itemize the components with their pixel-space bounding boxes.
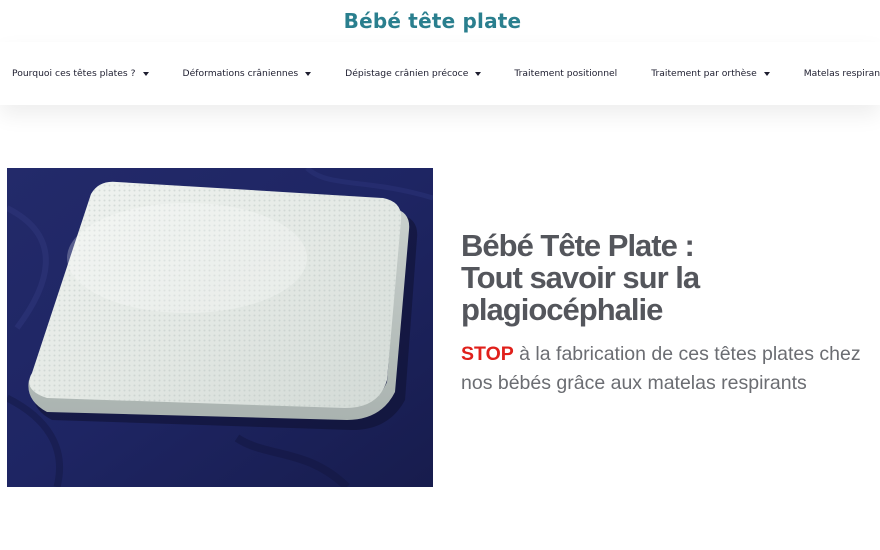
nav-item-traitement-orthese[interactable]: Traitement par orthèse <box>651 68 770 79</box>
nav-item-label: Matelas respirants <box>803 68 880 79</box>
hero-mattress-image <box>7 168 433 487</box>
nav-item-label: Pourquoi ces têtes plates ? <box>12 68 136 79</box>
nav-item-depistage[interactable]: Dépistage crânien précoce <box>345 68 482 79</box>
hero-text: Bébé Tête Plate : Tout savoir sur la pla… <box>461 230 871 398</box>
hero-heading-line: Bébé Tête Plate : <box>461 228 695 263</box>
caret-down-icon <box>305 71 312 76</box>
nav-item-label: Traitement positionnel <box>514 68 618 79</box>
nav-item-label: Traitement par orthèse <box>651 68 757 79</box>
caret-down-icon <box>475 71 482 76</box>
stop-highlight: STOP <box>461 343 514 365</box>
nav-item-label: Déformations crâniennes <box>182 68 299 79</box>
hero-heading-line: plagiocéphalie <box>461 292 663 327</box>
caret-down-icon <box>763 71 770 76</box>
site-title-link[interactable]: Bébé tête plate <box>344 9 537 33</box>
nav-item-matelas[interactable]: Matelas respirants <box>804 68 880 79</box>
nav-item-pourquoi[interactable]: Pourquoi ces têtes plates ? <box>12 68 149 79</box>
hero-heading: Bébé Tête Plate : Tout savoir sur la pla… <box>461 230 871 326</box>
nav-item-label: Dépistage crânien précoce <box>345 68 469 79</box>
nav-item-deformations[interactable]: Déformations crâniennes <box>183 68 312 79</box>
nav-item-traitement-positionnel[interactable]: Traitement positionnel <box>514 68 617 79</box>
caret-down-icon <box>142 71 149 76</box>
main-navigation: Pourquoi ces têtes plates ? Déformations… <box>0 42 880 105</box>
site-header: Bébé tête plate <box>0 0 880 42</box>
hero-heading-line: Tout savoir sur la <box>461 260 700 295</box>
hero-subtitle-text: à la fabrication de ces têtes plates che… <box>461 343 861 394</box>
hero-subtitle: STOP à la fabrication de ces têtes plate… <box>461 340 871 398</box>
